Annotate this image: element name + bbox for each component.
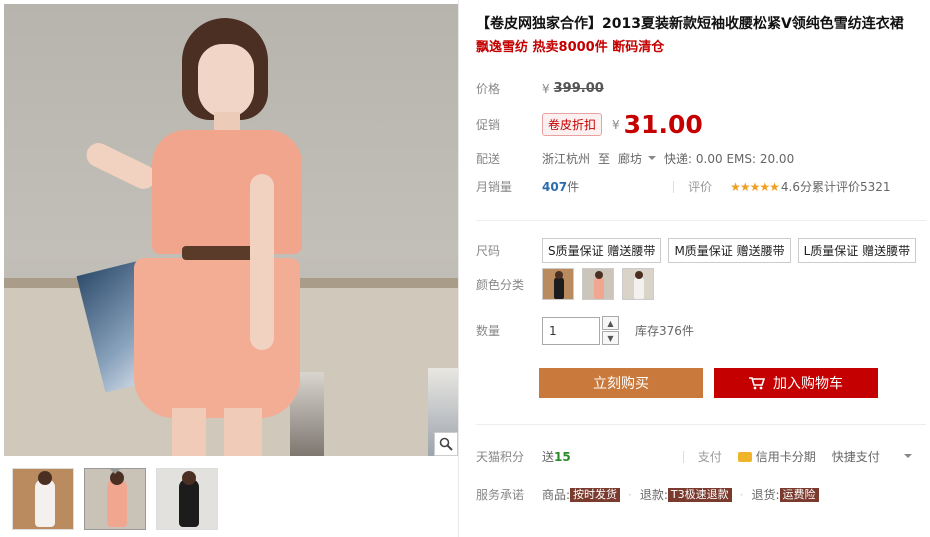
swatch-dress [634, 277, 644, 299]
quick-pay-link[interactable]: 快捷支付 [832, 448, 880, 465]
price-label: 价格 [476, 82, 501, 96]
photo-model-arm [250, 174, 274, 350]
quantity-row: 数量 1 ▲ ▼ 库存376件 [476, 316, 694, 345]
shipping-row: 配送 浙江杭州 至 廊坊 快递: 0.00 EMS: 20.00 [476, 150, 794, 167]
size-options: S质量保证 赠送腰带 M质量保证 赠送腰带 L质量保证 赠送腰带 [542, 238, 923, 263]
payment-label: 支付 [697, 450, 722, 464]
color-swatch[interactable] [542, 268, 574, 300]
quantity-label: 数量 [476, 324, 501, 338]
divider [682, 450, 684, 463]
service-refund-label: 退款: [639, 488, 668, 502]
service-row: 服务承诺 商品: 按时发货 · 退款: T3极速退款 · 退货: 运费险 [476, 486, 819, 503]
thumbnail-dress [107, 479, 127, 527]
shipping-label: 配送 [476, 152, 501, 166]
main-product-photo[interactable] [4, 4, 458, 456]
swatch-dress [594, 277, 604, 299]
promo-tag: 卷皮折扣 [542, 113, 603, 136]
price-row: 价格 ¥ 399.00 [476, 80, 604, 97]
cart-icon [749, 376, 765, 389]
points-amount: 15 [554, 449, 571, 464]
size-label: 尺码 [476, 244, 501, 258]
thumbnail-head [38, 471, 52, 485]
size-row: 尺码 S质量保证 赠送腰带 M质量保证 赠送腰带 L质量保证 赠送腰带 [476, 238, 923, 263]
color-options [542, 268, 662, 300]
sales-count: 407 [542, 179, 568, 194]
quantity-decrease-button[interactable]: ▼ [602, 331, 619, 345]
color-swatch[interactable] [622, 268, 654, 300]
shipping-destination[interactable]: 廊坊 [618, 150, 642, 167]
product-info: 【卷皮网独家合作】2013夏装新款短袖收腰松紧V领纯色雪纺连衣裙 飘逸雪纺 热卖… [476, 14, 926, 502]
rating-score: 4.6分 [780, 180, 812, 194]
quantity-input[interactable]: 1 [542, 316, 600, 345]
thumbnail-dress [35, 479, 55, 527]
swatch-head [635, 271, 643, 279]
sales-unit: 件 [567, 180, 580, 194]
service-return-label: 退货: [751, 488, 780, 502]
shipping-from: 浙江杭州 [542, 152, 591, 166]
photo-model-legs [172, 408, 262, 456]
buy-now-button[interactable]: 立刻购买 [539, 368, 703, 398]
section-divider [476, 424, 926, 425]
shipping-to-word: 至 [598, 152, 611, 166]
review-label: 评价 [688, 180, 713, 194]
color-swatch[interactable] [582, 268, 614, 300]
photo-dress-skirt [134, 258, 300, 418]
service-refund-tag[interactable]: T3极速退款 [667, 487, 732, 502]
section-divider [476, 220, 926, 221]
review-count-link[interactable]: 累计评价5321 [812, 178, 891, 195]
photo-model-arm [82, 138, 160, 194]
photo-model-face [198, 44, 254, 118]
product-gallery [4, 4, 458, 534]
rating-stars-icon: ★★★★★ [730, 179, 780, 194]
product-title: 【卷皮网独家合作】2013夏装新款短袖收腰松紧V领纯色雪纺连衣裙 [476, 16, 904, 32]
color-row: 颜色分类 [476, 268, 662, 300]
size-option[interactable]: L质量保证 赠送腰带 [797, 238, 917, 263]
stock-text: 库存376件 [635, 324, 694, 338]
service-goods-tag[interactable]: 按时发货 [570, 487, 621, 502]
thumbnail-head [182, 471, 196, 485]
price-currency: ¥ [542, 81, 550, 96]
promo-currency: ¥ [612, 117, 620, 132]
sales-label: 月销量 [476, 180, 513, 194]
sales-row: 月销量 407 件 评价 ★★★★★ 4.6分 累计评价5321 [476, 178, 891, 195]
add-to-cart-button[interactable]: 加入购物车 [714, 368, 878, 398]
points-row: 天猫积分 送 15 支付 信用卡分期 快捷支付 [476, 448, 920, 465]
swatch-head [595, 271, 603, 279]
size-option[interactable]: S质量保证 赠送腰带 [542, 238, 662, 263]
size-option[interactable]: M质量保证 赠送腰带 [668, 238, 791, 263]
gallery-thumbnail[interactable] [156, 468, 218, 530]
thumbnail-strip [12, 468, 218, 530]
zoom-icon[interactable] [434, 432, 458, 456]
promo-row: 促销 卷皮折扣 ¥ 31.00 [476, 110, 703, 139]
color-label: 颜色分类 [476, 277, 525, 292]
gallery-divider [458, 0, 459, 537]
original-price: 399.00 [553, 81, 604, 96]
credit-installment-link[interactable]: 信用卡分期 [756, 448, 816, 465]
service-goods-label: 商品: [542, 488, 571, 502]
product-subtitle: 飘逸雪纺 热卖8000件 断码清仓 [476, 40, 665, 55]
divider [673, 180, 675, 193]
add-to-cart-label: 加入购物车 [773, 376, 843, 392]
thumbnail-head [110, 471, 124, 485]
thumbnail-dress [179, 479, 199, 527]
chevron-down-icon[interactable] [903, 453, 912, 458]
swatch-head [555, 271, 563, 279]
photo-dress-top [152, 130, 302, 254]
gallery-thumbnail[interactable] [12, 468, 74, 530]
separator-dot: · [739, 487, 744, 502]
points-label: 天猫积分 [476, 450, 525, 464]
service-label: 服务承诺 [476, 488, 525, 502]
swatch-dress [554, 277, 564, 299]
separator-dot: · [628, 487, 632, 502]
promo-label: 促销 [476, 118, 501, 132]
chevron-down-icon[interactable] [648, 155, 657, 160]
quantity-stepper: ▲ ▼ [602, 316, 619, 345]
promo-price: 31.00 [623, 110, 703, 139]
credit-card-icon [737, 451, 752, 462]
gallery-thumbnail[interactable] [84, 468, 146, 530]
points-send: 送 [542, 450, 555, 464]
shipping-fees: 快递: 0.00 EMS: 20.00 [664, 152, 795, 166]
quantity-increase-button[interactable]: ▲ [602, 316, 619, 330]
service-return-tag[interactable]: 运费险 [779, 487, 819, 502]
